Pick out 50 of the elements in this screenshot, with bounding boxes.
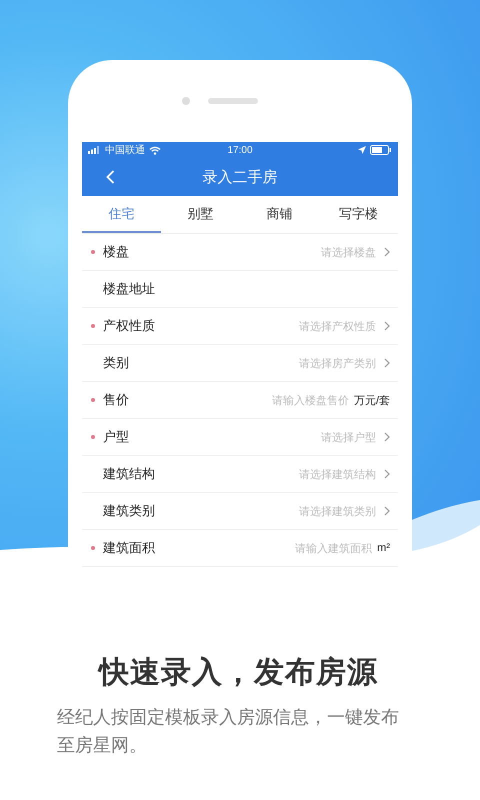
tab[interactable]: 别墅	[161, 196, 240, 233]
field-label: 产权性质	[103, 317, 156, 335]
nav-title: 录入二手房	[202, 168, 278, 186]
form-row[interactable]: 楼盘 请选择楼盘	[82, 234, 398, 271]
form-row[interactable]: 楼盘地址	[82, 271, 398, 308]
location-icon	[358, 146, 366, 154]
battery-icon	[370, 145, 392, 155]
tab[interactable]: 商铺	[240, 196, 319, 233]
field-label: 建筑结构	[103, 465, 156, 483]
chevron-right-icon	[384, 321, 390, 331]
field-label: 楼盘	[103, 243, 130, 261]
tab[interactable]: 住宅	[82, 196, 161, 233]
select-placeholder: 请选择楼盘	[321, 246, 376, 260]
chevron-right-icon	[384, 358, 390, 368]
input-placeholder: 请输入建筑面积	[295, 542, 372, 556]
select-placeholder: 请选择户型	[321, 430, 376, 444]
carrier-name: 中国联通	[105, 144, 145, 157]
input-placeholder: 请输入楼盘售价	[272, 394, 349, 408]
form-row[interactable]: 类别 请选择房产类别	[82, 345, 398, 382]
chevron-right-icon	[384, 506, 390, 516]
field-label: 楼盘地址	[103, 280, 156, 298]
form-row[interactable]: 户型 请选择户型	[82, 419, 398, 456]
chevron-right-icon	[384, 469, 390, 479]
form-row[interactable]: 售价 请输入楼盘售价 万元/套	[82, 382, 398, 419]
field-label: 建筑面积	[103, 539, 156, 557]
unit-label: m²	[377, 542, 390, 554]
chevron-right-icon	[384, 432, 390, 442]
chevron-right-icon	[384, 247, 390, 257]
description: 经纪人按固定模板录入房源信息，一键发布至房星网。	[57, 706, 400, 757]
camera-icon	[182, 97, 190, 105]
wifi-icon	[149, 146, 161, 154]
field-label: 售价	[103, 391, 130, 409]
speaker-icon	[208, 98, 258, 104]
field-label: 户型	[103, 428, 130, 446]
form-row[interactable]: 建筑结构 请选择建筑结构	[82, 456, 398, 493]
unit-label: 万元/套	[354, 394, 390, 408]
select-placeholder: 请选择建筑结构	[299, 468, 376, 482]
form-row[interactable]: 建筑类别 请选择建筑类别	[82, 493, 398, 530]
select-placeholder: 请选择产权性质	[299, 320, 376, 334]
form-row[interactable]: 产权性质 请选择产权性质	[82, 308, 398, 345]
signal-icon	[88, 146, 101, 154]
select-placeholder: 请选择房产类别	[299, 356, 376, 370]
field-label: 建筑类别	[103, 502, 156, 520]
field-label: 类别	[103, 354, 130, 372]
status-time: 17:00	[227, 144, 253, 156]
back-icon[interactable]	[106, 170, 115, 184]
select-placeholder: 请选择建筑类别	[299, 504, 376, 518]
headline: 快速录入，发布房源	[99, 655, 379, 691]
tab[interactable]: 写字楼	[319, 196, 398, 233]
form-row[interactable]: 建筑面积 请输入建筑面积 m²	[82, 530, 398, 567]
